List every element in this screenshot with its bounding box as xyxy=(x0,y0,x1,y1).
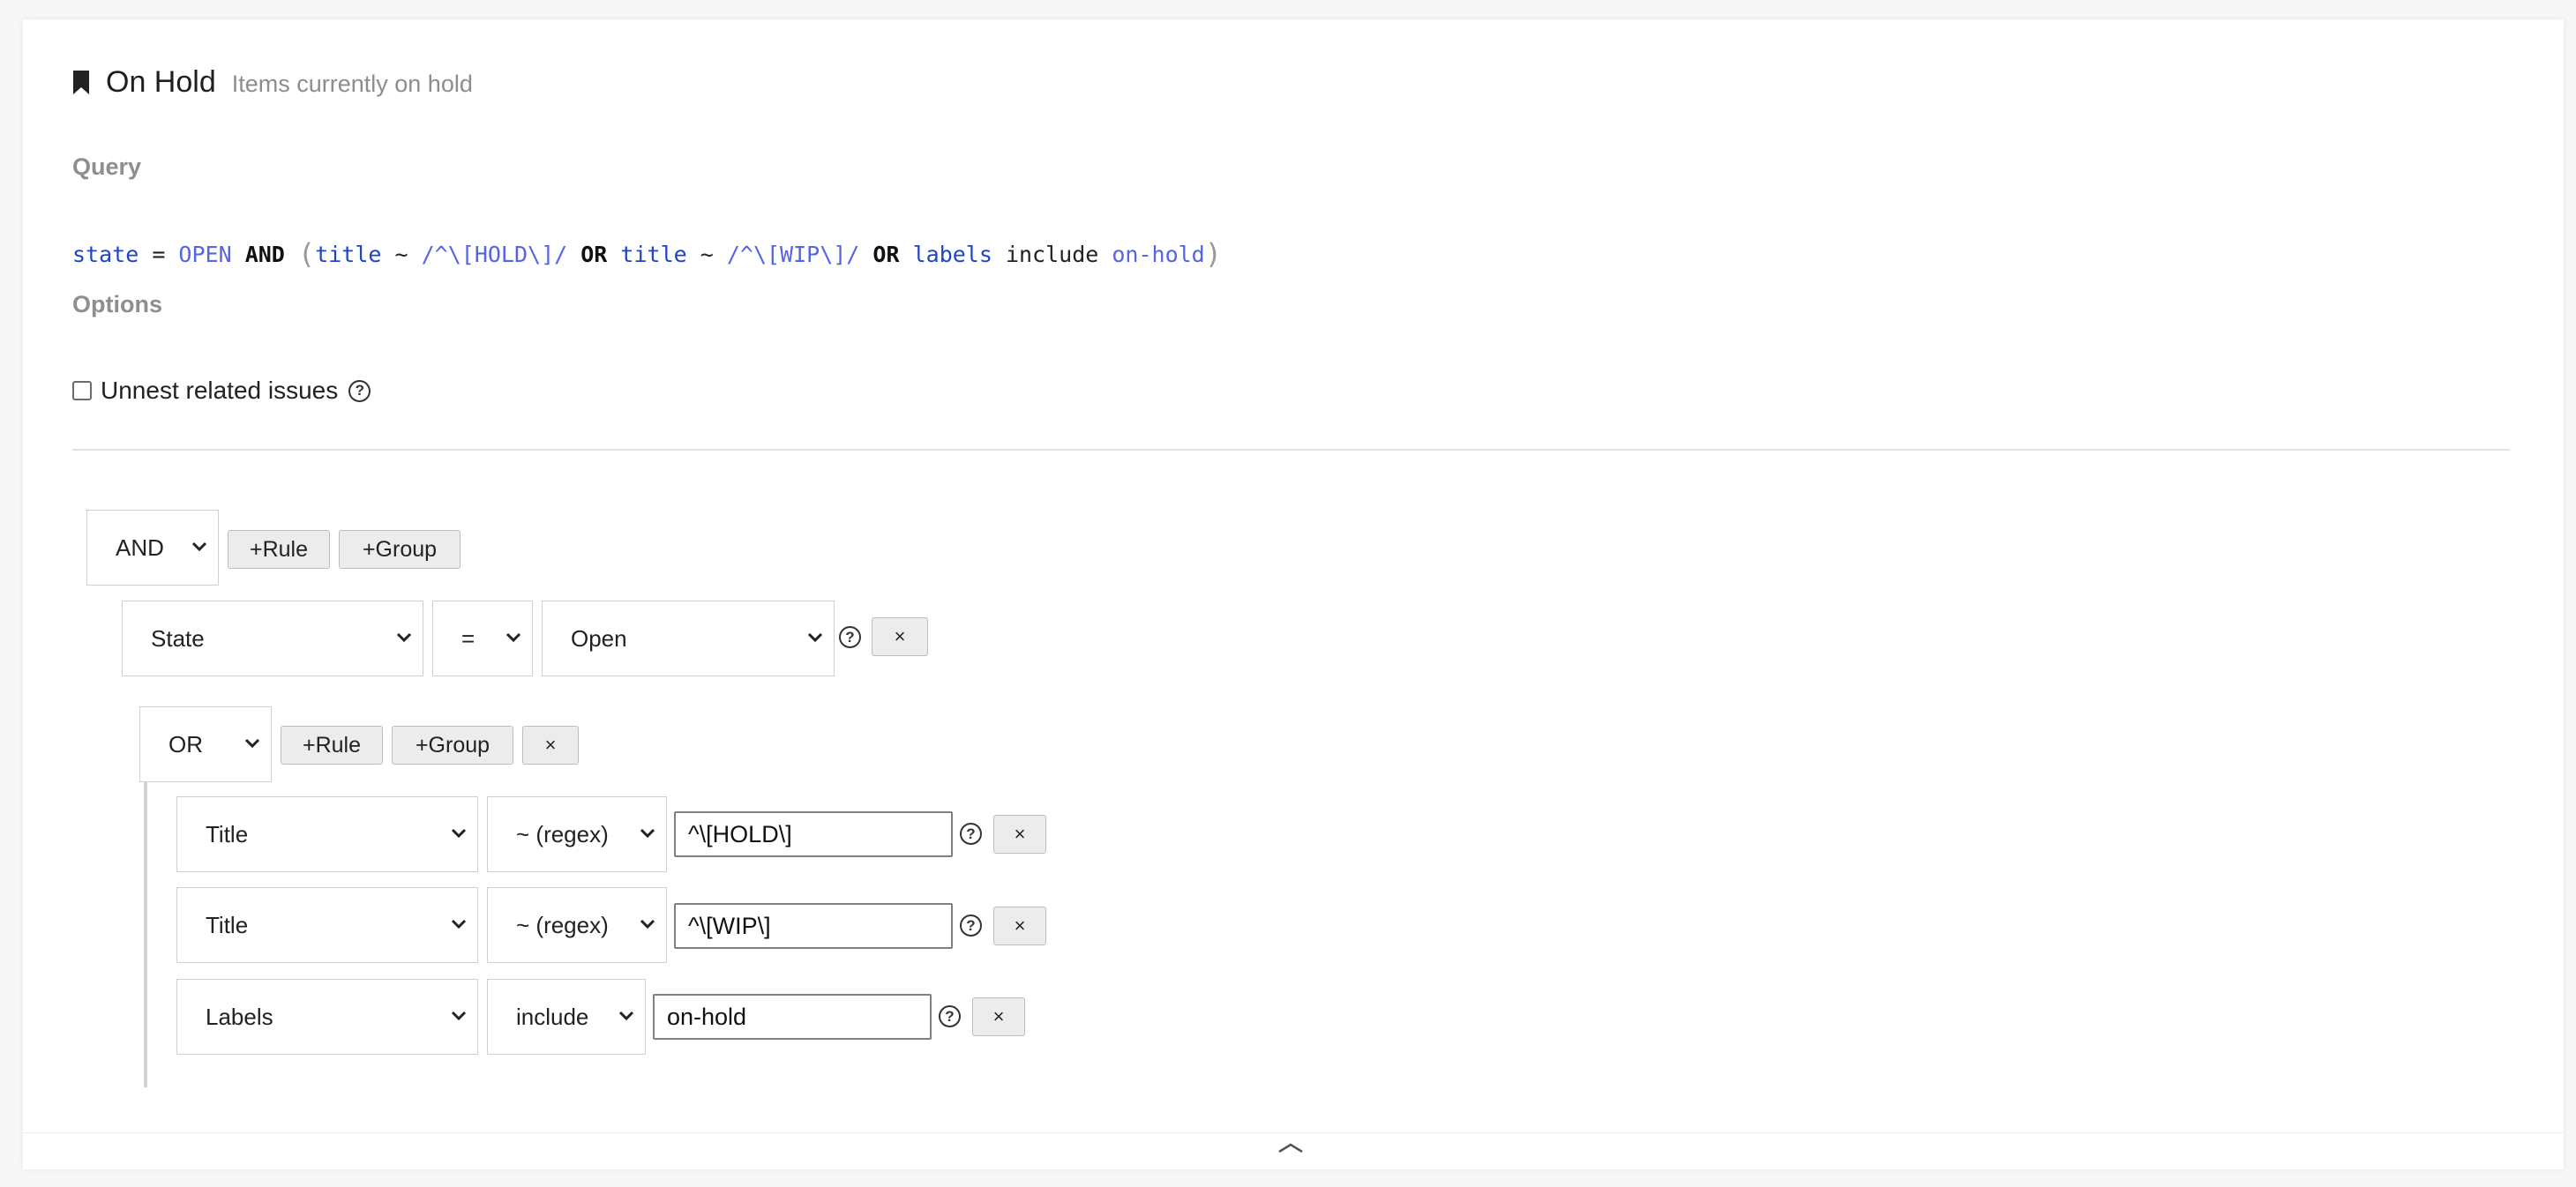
query-token-keyword: OR xyxy=(872,242,900,267)
rule-remove-button[interactable]: × xyxy=(993,815,1046,854)
query-token-field: title xyxy=(315,242,382,267)
rule-operator-value: include xyxy=(516,1003,589,1030)
rule-value-input[interactable]: ^\[WIP\] xyxy=(674,903,953,949)
query-token-op: include xyxy=(992,242,1112,267)
rule-field-value: Title xyxy=(206,820,249,847)
bookmark-icon xyxy=(73,71,89,94)
query-token-field: state xyxy=(72,242,139,267)
saved-view-card: On Hold Items currently on hold Query st… xyxy=(23,19,2564,1169)
root-combinator-select[interactable]: AND xyxy=(86,510,219,586)
unnest-option: Unnest related issues ? xyxy=(72,377,371,405)
footer-divider xyxy=(23,1132,2564,1133)
rule-operator-value: ~ (regex) xyxy=(516,820,609,847)
query-token-op xyxy=(900,242,913,267)
state-field-value: State xyxy=(151,624,205,652)
rule-operator-select[interactable]: ~ (regex) xyxy=(487,796,667,872)
view-title: On Hold xyxy=(106,65,216,99)
chevron-down-icon xyxy=(640,828,655,839)
rule-field-select[interactable]: Labels xyxy=(176,979,478,1055)
subgroup-combinator-value: OR xyxy=(168,730,203,758)
root-add-rule-button[interactable]: +Rule xyxy=(228,530,330,569)
query-token-field: labels xyxy=(912,242,992,267)
query-token-op xyxy=(859,242,872,267)
rule-operator-select[interactable]: include xyxy=(487,979,646,1055)
chevron-down-icon xyxy=(396,632,412,643)
chevron-down-icon xyxy=(640,919,655,929)
options-section-label: Options xyxy=(72,291,162,317)
query-token-op xyxy=(567,242,580,267)
query-section-label: Query xyxy=(72,153,142,180)
help-icon[interactable]: ? xyxy=(960,915,982,937)
query-token-op xyxy=(232,242,245,267)
rule-field-value: Title xyxy=(206,911,249,938)
chevron-down-icon xyxy=(618,1011,634,1021)
chevron-down-icon xyxy=(505,632,521,643)
query-token-value: OPEN xyxy=(178,242,232,267)
rule-operator-value: ~ (regex) xyxy=(516,911,609,938)
query-token-value: on-hold xyxy=(1112,242,1205,267)
subgroup-combinator-select[interactable]: OR xyxy=(139,706,272,782)
query-token-op xyxy=(607,242,620,267)
chevron-down-icon xyxy=(451,828,467,839)
state-remove-button[interactable]: × xyxy=(872,617,928,656)
help-icon[interactable]: ? xyxy=(939,1005,961,1027)
query-token-op: ~ xyxy=(381,242,422,267)
rule-value-input[interactable]: ^\[HOLD\] xyxy=(674,811,953,857)
rule-remove-button[interactable]: × xyxy=(993,907,1046,945)
state-value-select[interactable]: Open xyxy=(542,601,835,676)
state-operator-select[interactable]: = xyxy=(432,601,533,676)
subgroup-remove-button[interactable]: × xyxy=(522,726,579,765)
state-operator-value: = xyxy=(461,624,476,652)
chevron-down-icon xyxy=(451,1011,467,1021)
root-combinator-value: AND xyxy=(116,534,164,561)
section-divider xyxy=(72,449,2510,451)
rule-operator-select[interactable]: ~ (regex) xyxy=(487,887,667,963)
chevron-down-icon xyxy=(807,632,823,643)
chevron-down-icon xyxy=(191,541,207,552)
query-token-value: /^\[HOLD\]/ xyxy=(421,242,568,267)
unnest-checkbox[interactable] xyxy=(72,381,92,400)
query-token-op: = xyxy=(139,242,179,267)
chevron-down-icon xyxy=(451,919,467,929)
chevron-down-icon xyxy=(244,738,260,749)
help-icon[interactable]: ? xyxy=(960,823,982,845)
help-icon[interactable]: ? xyxy=(839,626,861,648)
query-expression: state = OPEN AND (title ~ /^\[HOLD\]/ OR… xyxy=(72,235,1222,271)
query-token-keyword: OR xyxy=(580,242,608,267)
unnest-label: Unnest related issues xyxy=(101,377,339,404)
state-field-select[interactable]: State xyxy=(122,601,423,676)
rule-value-input[interactable]: on-hold xyxy=(653,994,932,1040)
chevron-up-icon[interactable] xyxy=(1276,1138,1306,1157)
query-token-op: ~ xyxy=(686,242,727,267)
query-token-field: title xyxy=(620,242,687,267)
state-value-text: Open xyxy=(571,624,627,652)
query-token-value: /^\[WIP\]/ xyxy=(726,242,860,267)
rule-remove-button[interactable]: × xyxy=(972,997,1025,1036)
view-subtitle: Items currently on hold xyxy=(231,71,473,97)
query-token-op xyxy=(285,242,298,267)
query-token-paren: ( xyxy=(297,237,316,271)
view-header: On Hold Items currently on hold xyxy=(72,65,473,100)
rule-field-select[interactable]: Title xyxy=(176,796,478,872)
subgroup-add-group-button[interactable]: +Group xyxy=(392,726,513,765)
rule-field-value: Labels xyxy=(206,1003,273,1030)
query-token-keyword: AND xyxy=(244,242,285,267)
query-token-paren: ) xyxy=(1204,237,1222,271)
rule-field-select[interactable]: Title xyxy=(176,887,478,963)
root-add-group-button[interactable]: +Group xyxy=(339,530,461,569)
subgroup-add-rule-button[interactable]: +Rule xyxy=(281,726,383,765)
help-icon[interactable]: ? xyxy=(348,379,371,402)
